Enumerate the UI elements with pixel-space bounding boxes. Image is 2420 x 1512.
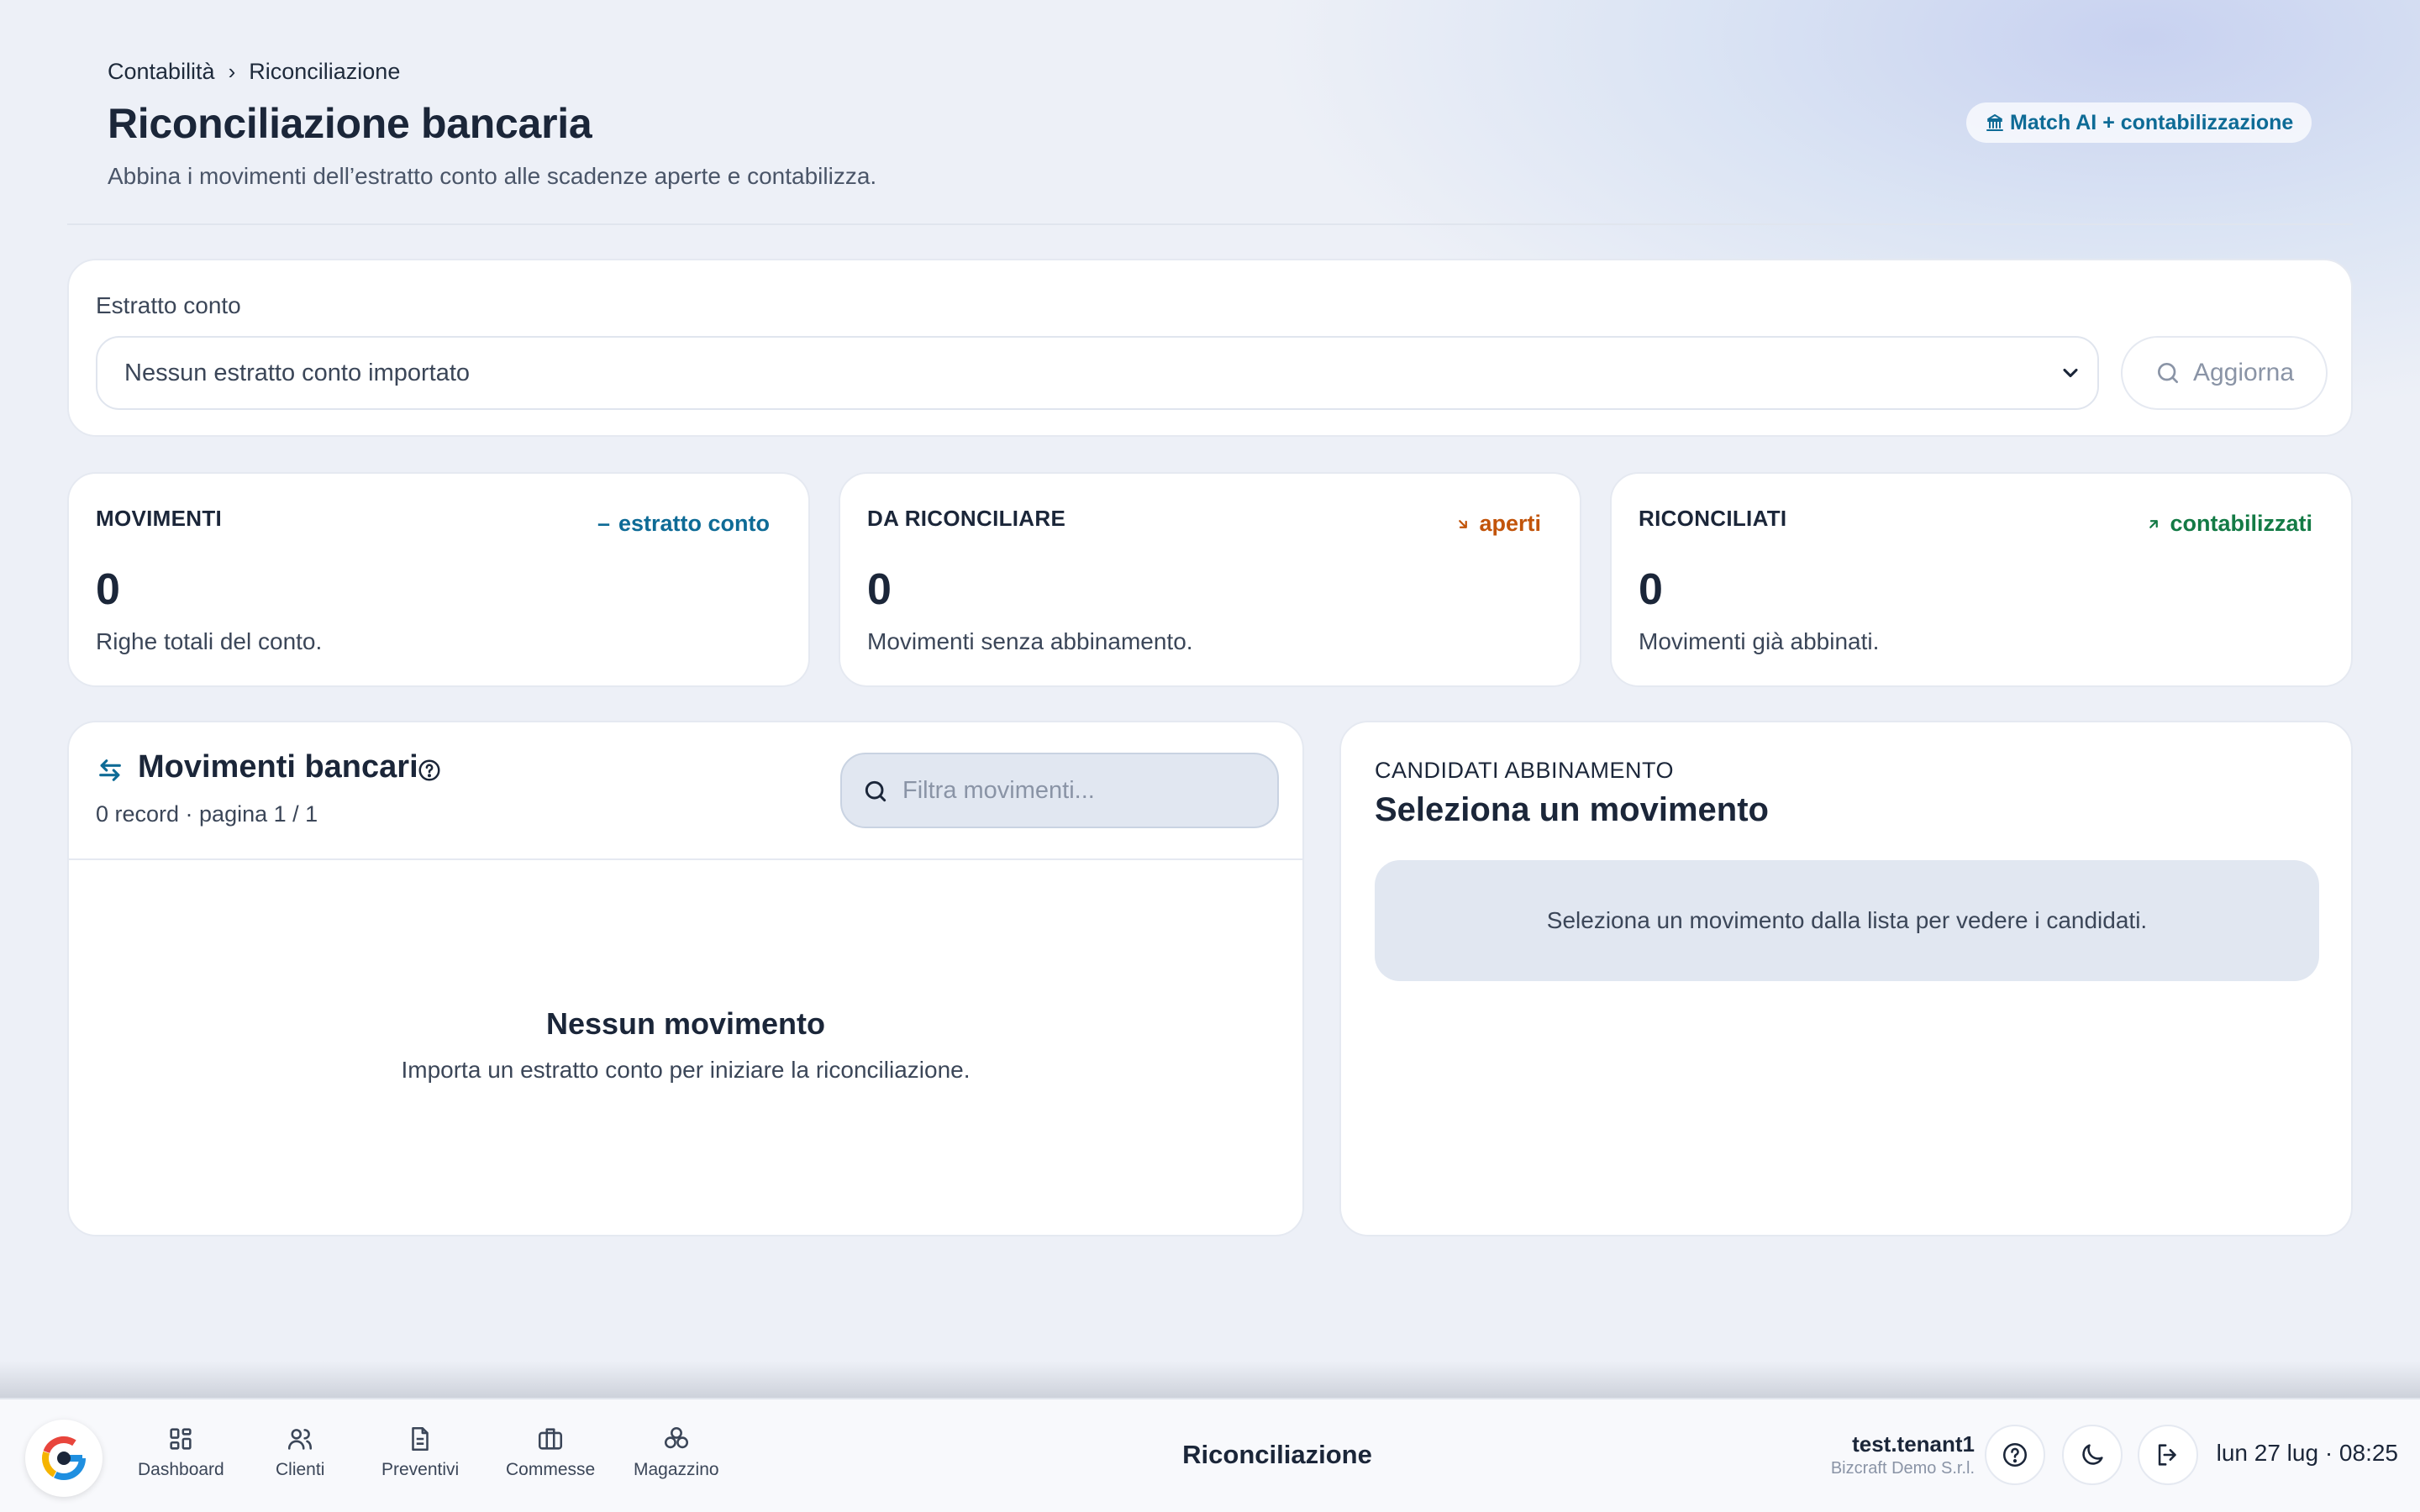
nav-clienti[interactable]: Clienti xyxy=(276,1425,324,1480)
chevron-down-icon xyxy=(2063,368,2078,378)
page-subtitle: Abbina i movimenti dell’estratto conto a… xyxy=(108,163,877,189)
bank-icon xyxy=(1986,114,2003,131)
date-time: lun 27 lug · 08:25 xyxy=(2216,1440,2398,1466)
company-name: Bizcraft Demo S.r.l. xyxy=(1830,1459,1975,1478)
match-ai-button[interactable]: Match AI + contabilizzazione xyxy=(1966,102,2312,143)
header-divider xyxy=(67,223,2353,225)
help-circle-icon xyxy=(2002,1442,2028,1467)
stat-tag-label: contabilizzati xyxy=(2170,511,2312,536)
refresh-button[interactable]: Aggiorna xyxy=(2121,336,2328,410)
stat-value: 0 xyxy=(1639,565,1663,614)
document-icon xyxy=(412,1426,429,1452)
nav-commesse[interactable]: Commesse xyxy=(506,1425,595,1480)
grid-icon xyxy=(170,1428,192,1450)
stat-tag: contabilizzati xyxy=(2146,511,2312,537)
users-icon xyxy=(288,1429,313,1450)
stat-value: 0 xyxy=(96,565,120,614)
dark-mode-toggle[interactable] xyxy=(2062,1425,2123,1485)
movimenti-record-count: 0 record · pagina 1 / 1 xyxy=(96,801,318,827)
search-icon xyxy=(865,780,886,802)
nav-label: Dashboard xyxy=(138,1460,224,1479)
page-title: Riconciliazione bancaria xyxy=(108,100,592,147)
stat-description: Righe totali del conto. xyxy=(96,628,323,654)
stat-tag-label: aperti xyxy=(1479,511,1541,536)
stat-description: Movimenti già abbinati. xyxy=(1639,628,1880,654)
bottom-shadow xyxy=(0,1361,2420,1399)
movimenti-title: Movimenti bancari xyxy=(138,749,418,785)
user-info: test.tenant1 Bizcraft Demo S.r.l. xyxy=(1831,1431,1975,1478)
moon-icon xyxy=(2082,1444,2103,1465)
breadcrumb: Contabilità › Riconciliazione xyxy=(108,59,400,85)
dash-icon: – xyxy=(597,511,610,536)
arrow-down-right-icon xyxy=(1459,519,1468,528)
candidati-hint: Seleziona un movimento dalla lista per v… xyxy=(1375,860,2319,981)
stat-title: RICONCILIATI xyxy=(1639,506,1787,531)
stat-card-da-riconciliare: DA RICONCILIARE aperti 0 Movimenti senza… xyxy=(839,472,1581,687)
movimenti-bancari-panel: Movimenti bancari 0 record · pagina 1 / … xyxy=(67,721,1304,1236)
nav-label: Magazzino xyxy=(634,1460,719,1479)
breadcrumb-root[interactable]: Contabilità xyxy=(108,59,215,85)
swap-arrows-icon xyxy=(99,759,121,781)
logout-icon xyxy=(2158,1444,2176,1466)
search-icon xyxy=(2157,363,2178,383)
current-page-title: Riconciliazione xyxy=(1182,1440,1372,1469)
empty-state-title: Nessun movimento xyxy=(545,1006,826,1041)
estratto-conto-card: Estratto conto Nessun estratto conto imp… xyxy=(67,259,2353,437)
estratto-conto-select[interactable]: Nessun estratto conto importato xyxy=(96,336,2099,410)
match-ai-label: Match AI + contabilizzazione xyxy=(2010,110,2294,134)
stat-value: 0 xyxy=(867,565,892,614)
stat-tag: aperti xyxy=(1455,511,1541,537)
stat-tag-label: estratto conto xyxy=(618,511,770,536)
arrow-up-right-icon xyxy=(2149,519,2159,528)
candidati-label: CANDIDATI ABBINAMENTO xyxy=(1375,758,1675,783)
user-name: test.tenant1 xyxy=(1852,1431,1975,1457)
stat-title: DA RICONCILIARE xyxy=(867,506,1066,531)
stat-title: MOVIMENTI xyxy=(96,506,223,531)
help-circle-icon[interactable] xyxy=(417,758,442,783)
help-button[interactable] xyxy=(1985,1425,2045,1485)
breadcrumb-current: Riconciliazione xyxy=(249,59,401,84)
movimenti-header: Movimenti bancari 0 record · pagina 1 / … xyxy=(69,722,1302,860)
filter-movimenti-input[interactable]: Filtra movimenti... xyxy=(840,753,1279,828)
nav-label: Clienti xyxy=(276,1460,325,1479)
refresh-label: Aggiorna xyxy=(2192,359,2295,386)
bottom-bar: Dashboard Clienti Preventivi Commesse Ma… xyxy=(0,1398,2420,1512)
empty-state-subtitle: Importa un estratto conto per iniziare l… xyxy=(401,1057,971,1083)
nav-preventivi[interactable]: Preventivi xyxy=(381,1425,459,1480)
candidati-abbinamento-panel: CANDIDATI ABBINAMENTO Seleziona un movim… xyxy=(1339,721,2353,1236)
logo-icon xyxy=(42,1436,86,1480)
stat-card-riconciliati: RICONCILIATI contabilizzati 0 Movimenti … xyxy=(1610,472,2353,687)
stat-description: Movimenti senza abbinamento. xyxy=(867,628,1193,654)
estratto-conto-label: Estratto conto xyxy=(96,292,241,318)
nav-dashboard[interactable]: Dashboard xyxy=(138,1425,224,1480)
briefcase-icon xyxy=(539,1428,563,1450)
nav-magazzino[interactable]: Magazzino xyxy=(634,1425,719,1480)
nav-label: Preventivi xyxy=(381,1460,460,1479)
stat-tag: – estratto conto xyxy=(597,511,770,537)
logout-button[interactable] xyxy=(2138,1425,2198,1485)
estratto-conto-selected: Nessun estratto conto importato xyxy=(124,359,471,386)
app-logo[interactable] xyxy=(25,1420,103,1497)
filter-placeholder: Filtra movimenti... xyxy=(902,776,1095,804)
candidati-title: Seleziona un movimento xyxy=(1375,791,1769,828)
chevron-right-icon: › xyxy=(228,59,236,84)
boxes-icon xyxy=(664,1426,688,1449)
stat-card-movimenti: MOVIMENTI – estratto conto 0 Righe total… xyxy=(67,472,810,687)
nav-label: Commesse xyxy=(506,1460,596,1479)
